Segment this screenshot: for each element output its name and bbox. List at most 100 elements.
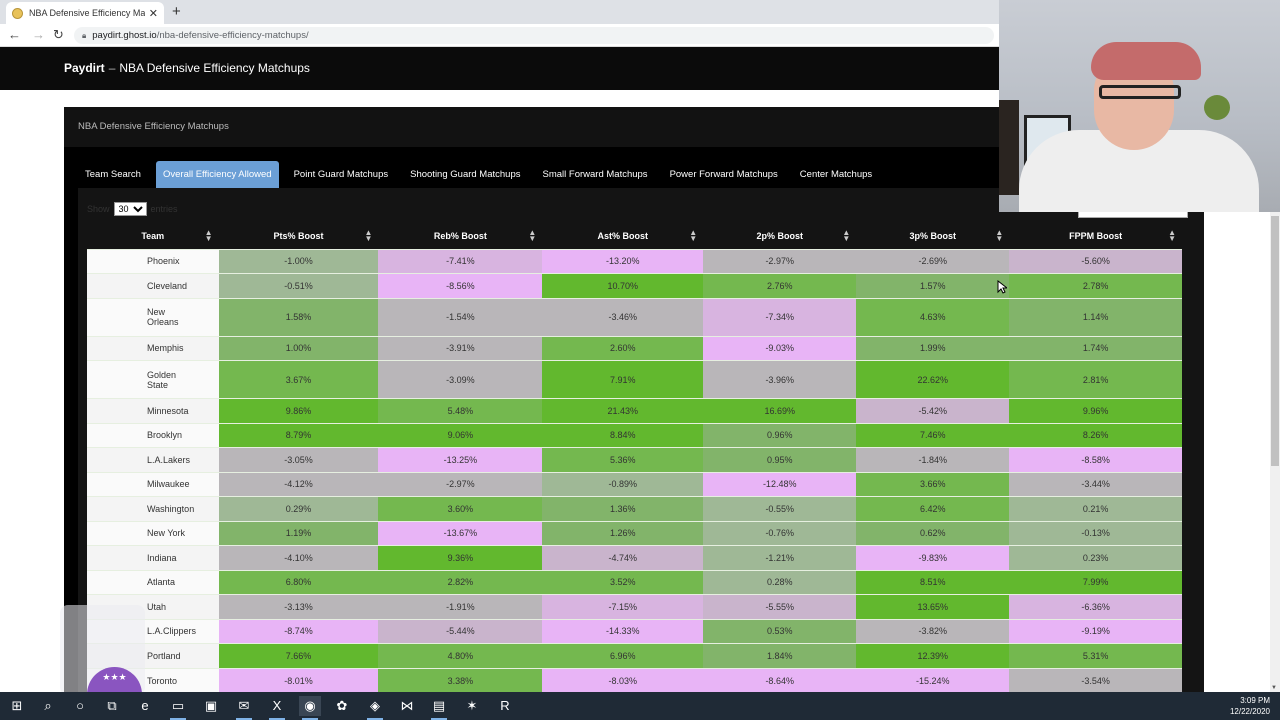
column-header-3p-boost[interactable]: 3p% Boost ▲ ▼ [856,223,1010,249]
app-icon-2[interactable]: ◈ [364,696,386,720]
site-brand[interactable]: Paydirt – NBA Defensive Efficiency Matchup… [64,61,310,75]
mail-icon[interactable]: ✉ [233,696,255,720]
sort-icon[interactable]: ▲ ▼ [1168,229,1176,243]
boost-cell: -13.67% [378,520,543,546]
column-header-fppm-boost[interactable]: FPPM Boost ▲ ▼ [1009,223,1182,249]
clock-time: 3:09 PM [1240,696,1270,705]
column-header-pts-boost[interactable]: Pts% Boost ▲ ▼ [218,223,379,249]
file-explorer-icon[interactable]: ▭ [167,696,189,720]
boost-cell: 4.80% [378,643,543,668]
boost-cell: 2.60% [542,335,704,361]
browser-tab[interactable]: NBA Defensive Efficiency Matchu ✕ [6,2,164,24]
boost-cell: 6.80% [218,569,379,595]
sort-icon[interactable]: ▲ ▼ [842,229,850,243]
team-cell: Milwaukee [87,471,219,497]
tab-overall-efficiency-allowed[interactable]: Overall Efficiency Allowed [155,161,279,188]
boost-cell: 3.38% [378,667,543,693]
back-arrow-icon[interactable]: ← [8,27,21,42]
boost-cell: -4.10% [218,545,379,570]
visual-studio-icon[interactable]: ⋈ [396,696,418,716]
new-tab-button[interactable]: + [172,3,181,20]
column-header-team[interactable]: Team ▲ ▼ [87,223,219,249]
scrollbar-thumb[interactable] [1271,216,1279,466]
tab-small-forward-matchups[interactable]: Small Forward Matchups [536,161,655,188]
boost-cell: -5.44% [378,618,543,644]
boost-cell: -7.34% [703,297,857,336]
boost-cell: -0.89% [542,471,704,497]
column-header-2p-boost[interactable]: 2p% Boost ▲ ▼ [703,223,857,249]
close-tab-icon[interactable]: ✕ [149,7,158,20]
boost-cell: 0.29% [218,496,379,521]
column-header-reb-boost[interactable]: Reb% Boost ▲ ▼ [378,223,543,249]
windows-taskbar: ⊞ ⌕ ○ ⧉ e ▭ ▣ ✉ X ◉ ✿ ◈ ⋈ ▤ ✶ R 3:09 PM 12/22/2020 [0,692,1280,720]
sort-icon[interactable]: ▲ ▼ [205,229,213,243]
boost-cell: -4.12% [218,471,379,497]
table-row: Portland 7.66% 4.80% 6.96% 1.84% 12.39% 5.31% [87,643,1182,668]
reload-icon[interactable]: ↻ [53,27,64,43]
sort-icon[interactable]: ▲ ▼ [365,229,373,243]
url-input[interactable]: 🔒︎ paydirt.ghost.io/nba-defensive-effici… [74,27,994,44]
sort-icon[interactable]: ▲ ▼ [528,229,536,243]
page-scrollbar[interactable]: ▼ [1270,212,1280,692]
search-icon[interactable]: ⌕ [37,696,59,716]
app-icon-4[interactable]: ✶ [461,696,483,716]
forward-arrow-icon[interactable]: → [32,27,45,42]
boost-cell: -5.60% [1009,248,1182,274]
boost-cell: -3.54% [1009,667,1182,693]
tab-center-matchups[interactable]: Center Matchups [793,161,879,188]
webcam-plant [1204,95,1230,120]
table-row: Phoenix -1.00% -7.41% -13.20% -2.97% -2.69% -5… [87,248,1182,274]
boost-cell: -1.21% [703,545,857,570]
browser-tab-title: NBA Defensive Efficiency Matchu [29,8,145,18]
column-header-ast-boost[interactable]: Ast% Boost ▲ ▼ [542,223,704,249]
table-row: Brooklyn 8.79% 9.06% 8.84% 0.96% 7.46% 8.26% [87,422,1182,448]
boost-cell: -2.69% [856,248,1010,274]
store-icon[interactable]: ▣ [200,696,222,716]
boost-cell: 0.23% [1009,545,1182,570]
boost-cell: -3.13% [218,594,379,619]
edge-icon[interactable]: e [134,696,156,716]
mug-overlay: ★★★ [60,605,145,695]
app-icon-1[interactable]: ✿ [331,696,353,716]
page-length-control: Show 30 entries [87,202,178,216]
table-row: New Orleans 1.58% -1.54% -3.46% -7.34% 4.63% 1… [87,297,1182,336]
system-clock[interactable]: 3:09 PM 12/22/2020 [1230,695,1270,717]
r-icon[interactable]: R [494,696,516,716]
boost-cell: -0.76% [703,520,857,546]
sort-icon[interactable]: ▲ ▼ [689,229,697,243]
table-row: Minnesota 9.86% 5.48% 21.43% 16.69% -5.42% 9.9… [87,398,1182,423]
page-length-select[interactable]: 30 [113,202,147,216]
table-row: Utah -3.13% -1.91% -7.15% -5.55% 13.65% -6.36% [87,594,1182,619]
tab-point-guard-matchups[interactable]: Point Guard Matchups [287,161,396,188]
boost-cell: 9.86% [218,398,379,423]
excel-icon[interactable]: X [266,696,288,720]
team-cell: Brooklyn [87,422,219,448]
boost-cell: 13.65% [856,594,1010,619]
cortana-icon[interactable]: ○ [69,696,91,716]
tab-shooting-guard-matchups[interactable]: Shooting Guard Matchups [403,161,527,188]
windows-start-icon[interactable]: ⊞ [6,696,28,716]
sort-icon[interactable]: ▲ ▼ [995,229,1003,243]
column-header-label: 2p% Boost [756,230,803,241]
boost-cell: 7.46% [856,422,1010,448]
scroll-down-arrow-icon[interactable]: ▼ [1271,685,1277,691]
boost-cell: 1.36% [542,496,704,521]
boost-cell: -1.00% [218,248,379,274]
boost-cell: 22.62% [856,360,1010,399]
boost-cell: -8.03% [542,667,704,693]
tab-team-search[interactable]: Team Search [78,161,148,188]
column-header-label: Team [141,230,165,241]
task-view-icon[interactable]: ⧉ [101,696,123,716]
table-row: New York 1.19% -13.67% 1.26% -0.76% 0.62% -0.1… [87,520,1182,546]
boost-cell: 7.66% [218,643,379,668]
app-icon-3[interactable]: ▤ [428,696,450,720]
chrome-icon[interactable]: ◉ [299,696,321,720]
tab-power-forward-matchups[interactable]: Power Forward Matchups [663,161,785,188]
table-row: Milwaukee -4.12% -2.97% -0.89% -12.48% 3.66% -… [87,471,1182,497]
team-cell: Cleveland [87,273,219,298]
boost-cell: -8.74% [218,618,379,644]
page-background [1204,212,1268,692]
boost-cell: -3.05% [218,447,379,472]
lock-icon: 🔒︎ [82,30,87,40]
team-cell: Memphis [87,335,219,361]
